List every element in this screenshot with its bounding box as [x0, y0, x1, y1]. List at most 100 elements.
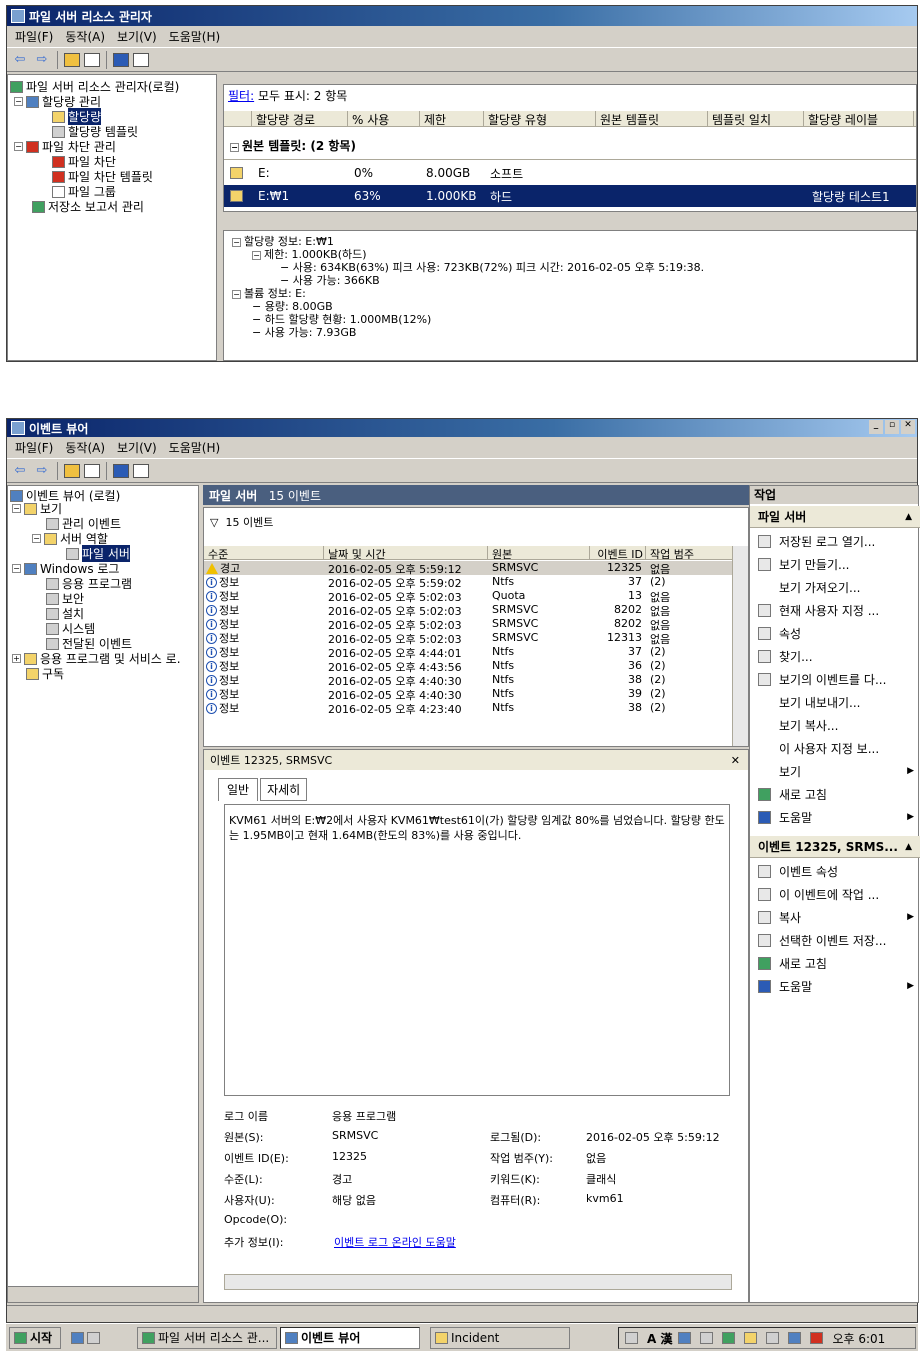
- quota-row-1[interactable]: E:₩1 63% 1.000KB 하드 할당량 테스트1: [224, 185, 916, 207]
- forward-arrow-icon[interactable]: ⇨: [33, 462, 51, 480]
- tree-apps-services[interactable]: + 응용 프로그램 및 서비스 로.: [12, 651, 181, 666]
- ime-indicator[interactable]: A 漢: [647, 1330, 672, 1347]
- show-desktop-icon[interactable]: [71, 1331, 84, 1344]
- fsrm-titlebar[interactable]: 파일 서버 리소스 관리자: [7, 6, 917, 26]
- tree-screen-mgmt[interactable]: − 파일 차단 관리: [14, 139, 116, 154]
- menu-file[interactable]: 파일(F): [9, 28, 59, 45]
- col-template[interactable]: 원본 템플릿: [596, 111, 708, 126]
- actions-section-file-server[interactable]: 파일 서버 ▲: [750, 506, 920, 528]
- tree-setup[interactable]: 설치: [46, 606, 84, 621]
- tree-server-roles[interactable]: − 서버 역할: [32, 531, 108, 546]
- tree-file-screens[interactable]: 파일 차단: [52, 154, 116, 169]
- close-icon[interactable]: ✕: [901, 420, 915, 434]
- menu-action[interactable]: 동작(A): [59, 439, 111, 456]
- action-item[interactable]: 찾기...: [750, 645, 920, 667]
- back-arrow-icon[interactable]: ⇦: [11, 462, 29, 480]
- detail-hscrollbar[interactable]: [224, 1274, 732, 1290]
- properties-icon[interactable]: [133, 463, 149, 478]
- col-level[interactable]: 수준: [204, 546, 324, 559]
- menu-view[interactable]: 보기(V): [111, 28, 163, 45]
- quota-group-header[interactable]: − 원본 템플릿: (2 항목): [230, 137, 356, 154]
- close-icon[interactable]: ✕: [731, 754, 740, 767]
- tray-icon[interactable]: [700, 1332, 714, 1344]
- tree-views[interactable]: − 보기: [12, 501, 62, 516]
- action-item[interactable]: 보기 복사...: [750, 714, 920, 736]
- collapse-icon[interactable]: −: [230, 143, 239, 152]
- task-eventviewer[interactable]: 이벤트 뷰어: [280, 1326, 420, 1349]
- action-item[interactable]: 보기 내보내기...: [750, 691, 920, 713]
- up-folder-icon[interactable]: [64, 52, 80, 67]
- action-item[interactable]: 새로 고침: [750, 783, 920, 805]
- event-row[interactable]: i 정보 2016-02-05 오후 5:02:03 SRMSVC 12313 없음: [204, 631, 734, 645]
- tree-quota-templates[interactable]: 할당량 템플릿: [52, 124, 138, 139]
- show-hide-tree-icon[interactable]: [84, 52, 100, 67]
- event-row[interactable]: i 정보 2016-02-05 오후 5:02:03 Quota 13 없음: [204, 589, 734, 603]
- tree-quota-mgmt[interactable]: − 할당량 관리: [14, 94, 101, 109]
- minimize-icon[interactable]: _: [869, 420, 883, 434]
- action-item[interactable]: 저장된 로그 열기...: [750, 530, 920, 552]
- tab-details[interactable]: 자세히: [260, 778, 308, 801]
- action-item[interactable]: 현재 사용자 지정 ...: [750, 599, 920, 621]
- tray-icon[interactable]: [810, 1332, 824, 1344]
- col-use[interactable]: % 사용: [348, 111, 420, 126]
- tree-system[interactable]: 시스템: [46, 621, 95, 636]
- event-row[interactable]: i 정보 2016-02-05 오후 4:40:30 Ntfs 39 (2): [204, 687, 734, 701]
- menu-help[interactable]: 도움말(H): [163, 28, 227, 45]
- ev-titlebar[interactable]: 이벤트 뷰어 _ ▫ ✕: [7, 419, 917, 437]
- actions-section-event[interactable]: 이벤트 12325, SRMS... ▲: [750, 836, 920, 858]
- tray-icon[interactable]: [766, 1332, 780, 1344]
- menu-action[interactable]: 동작(A): [59, 28, 111, 45]
- collapse-icon[interactable]: −: [14, 97, 23, 106]
- action-item[interactable]: 보기 ▶: [750, 760, 920, 782]
- tree-subscriptions[interactable]: 구독: [26, 666, 64, 681]
- network-icon[interactable]: [722, 1332, 736, 1344]
- event-row[interactable]: i 정보 2016-02-05 오후 5:02:03 SRMSVC 8202 없음: [204, 603, 734, 617]
- col-match[interactable]: 템플릿 일치: [708, 111, 804, 126]
- event-row[interactable]: i 정보 2016-02-05 오후 4:43:56 Ntfs 36 (2): [204, 659, 734, 673]
- event-row[interactable]: i 정보 2016-02-05 오후 5:02:03 SRMSVC 8202 없음: [204, 617, 734, 631]
- event-row[interactable]: i 정보 2016-02-05 오후 4:40:30 Ntfs 38 (2): [204, 673, 734, 687]
- action-item[interactable]: 이벤트 속성: [750, 860, 920, 882]
- action-item[interactable]: 보기의 이벤트를 다...: [750, 668, 920, 690]
- action-item[interactable]: 선택한 이벤트 저장...: [750, 929, 920, 951]
- col-event-id[interactable]: 이벤트 ID: [590, 546, 646, 559]
- tree-windows-logs[interactable]: − Windows 로그: [12, 561, 119, 576]
- menu-help[interactable]: 도움말(H): [163, 439, 227, 456]
- col-type[interactable]: 할당량 유형: [484, 111, 596, 126]
- filter-link[interactable]: 필터:: [228, 89, 254, 103]
- col-task[interactable]: 작업 범주: [646, 546, 734, 559]
- start-button[interactable]: 시작: [9, 1326, 61, 1349]
- action-item[interactable]: 이 이벤트에 작업 ...: [750, 883, 920, 905]
- col-label[interactable]: 할당량 레이블: [804, 111, 914, 126]
- tree-application[interactable]: 응용 프로그램: [46, 576, 132, 591]
- volume-icon[interactable]: [788, 1332, 802, 1344]
- help-icon[interactable]: [113, 52, 129, 67]
- online-help-link[interactable]: 이벤트 로그 온라인 도움말: [334, 1234, 456, 1250]
- action-item[interactable]: 도움말 ▶: [750, 806, 920, 828]
- task-incident[interactable]: Incident: [430, 1326, 570, 1349]
- action-item[interactable]: 보기 가져오기...: [750, 576, 920, 598]
- restore-icon[interactable]: ▫: [885, 420, 899, 434]
- clock[interactable]: 오후 6:01: [832, 1330, 885, 1347]
- action-item[interactable]: 속성: [750, 622, 920, 644]
- back-arrow-icon[interactable]: ⇦: [11, 51, 29, 69]
- col-source[interactable]: 원본: [488, 546, 590, 559]
- forward-arrow-icon[interactable]: ⇨: [33, 51, 51, 69]
- menu-file[interactable]: 파일(F): [9, 439, 59, 456]
- help-icon[interactable]: [678, 1332, 692, 1344]
- tree-file-groups[interactable]: 파일 그룹: [52, 184, 116, 199]
- action-item[interactable]: 도움말 ▶: [750, 975, 920, 997]
- tree-forwarded[interactable]: 전달된 이벤트: [46, 636, 132, 651]
- tree-file-server[interactable]: 파일 서버: [66, 545, 130, 562]
- task-fsrm[interactable]: 파일 서버 리소스 관...: [137, 1326, 277, 1349]
- quota-row-0[interactable]: E: 0% 8.00GB 소프트: [224, 163, 916, 183]
- server-manager-icon[interactable]: [87, 1331, 100, 1344]
- col-limit[interactable]: 제한: [420, 111, 484, 126]
- event-row[interactable]: i 정보 2016-02-05 오후 4:44:01 Ntfs 37 (2): [204, 645, 734, 659]
- tree-screen-templates[interactable]: 파일 차단 템플릿: [52, 169, 153, 184]
- action-item[interactable]: 새로 고침: [750, 952, 920, 974]
- tree-root[interactable]: 파일 서버 리소스 관리자(로컬): [10, 79, 179, 94]
- action-item[interactable]: 복사 ▶: [750, 906, 920, 928]
- tray-icon[interactable]: [744, 1332, 758, 1344]
- action-item[interactable]: 보기 만들기...: [750, 553, 920, 575]
